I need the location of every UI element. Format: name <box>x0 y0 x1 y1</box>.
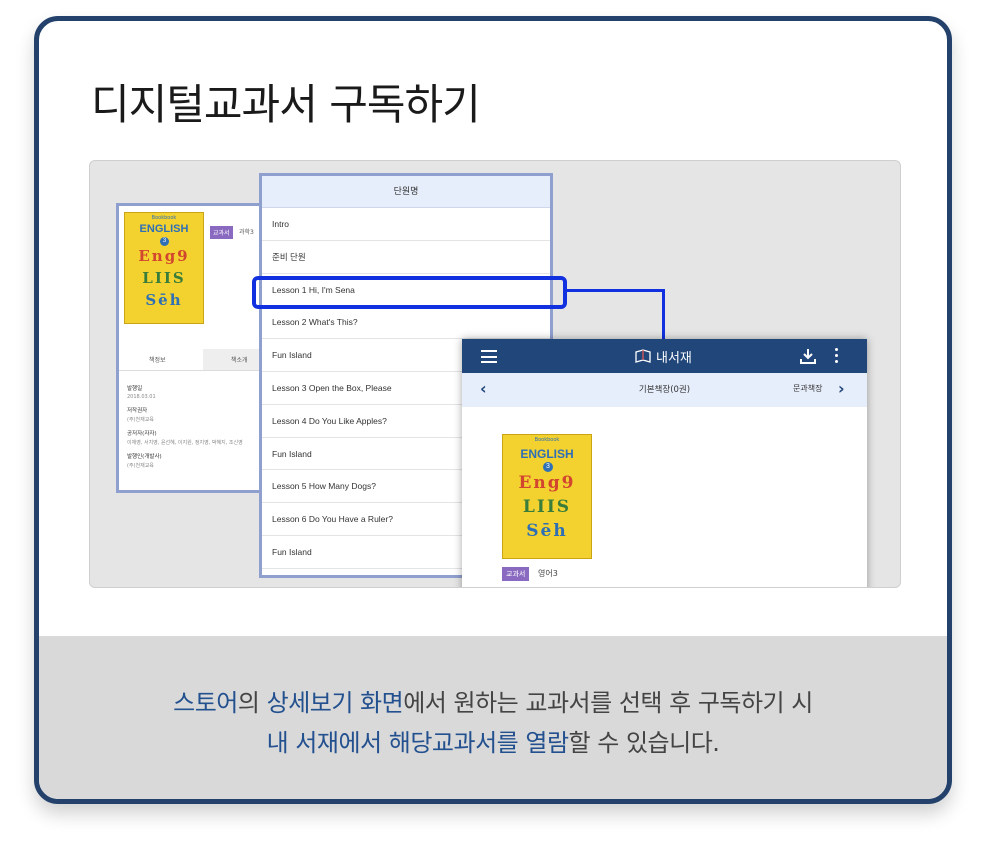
caption-highlight: 스토어 <box>173 689 238 717</box>
app-bar: 내서재 <box>462 339 867 373</box>
unit-item[interactable]: Intro <box>262 208 550 241</box>
info-label: 발행인(개발사) <box>127 454 162 460</box>
book-detail-panel: Bookbook ENGLISH 3 Eng9 LIIS Sēh 교과서 과학3… <box>116 203 266 493</box>
chevron-right-icon[interactable]: › <box>838 379 845 398</box>
unit-item[interactable]: 준비 단원 <box>262 241 550 274</box>
book-cover: Bookbook ENGLISH 3 Eng9 LIIS Sēh <box>124 212 204 324</box>
shelf-nav-bar: ‹ 기본책장(0권) 문과책장 › <box>462 373 867 407</box>
info-value: (주)천재교육 <box>127 417 154 423</box>
cover-art-line: Eng9 <box>518 473 576 493</box>
more-options-icon[interactable] <box>835 348 839 364</box>
info-value: 이재영, 서지영, 윤선혜, 이지원, 정지영, 박혜지, 조신영 <box>127 440 243 446</box>
cover-title: ENGLISH <box>139 223 189 235</box>
textbook-badge: 교과서 <box>502 567 530 581</box>
tab-book-intro[interactable]: 책소개 <box>231 355 248 364</box>
selected-unit-highlight <box>252 276 567 309</box>
cover-art-line: Eng9 <box>138 247 190 265</box>
cover-title: ENGLISH <box>520 447 574 461</box>
page-title: 디지털교과서 구독하기 <box>91 80 481 129</box>
info-label: 저작권자 <box>127 408 148 414</box>
info-value: (주)천재교육 <box>127 463 154 469</box>
textbook-badge: 교과서 <box>210 226 233 239</box>
cover-art-line: LIIS <box>142 269 186 287</box>
my-library-screen: 내서재 ‹ 기본책장(0권) 문과책장 › Bookbook ENGLISH 3… <box>462 339 867 587</box>
connector-line <box>567 289 665 292</box>
caption-area: 스토어의 상세보기 화면에서 원하는 교과서를 선택 후 구독하기 시 내 서재… <box>39 636 947 799</box>
caption-line-2: 내 서재에서 해당교과서를 열람할 수 있습니다. <box>39 723 947 763</box>
book-info-list: 발행일 2018.03.01 저작권자 (주)천재교육 공저자(자자) 이재영,… <box>127 378 267 469</box>
book-name: 영어3 <box>538 569 558 578</box>
cover-grade: 3 <box>160 237 169 246</box>
download-icon[interactable] <box>799 347 817 365</box>
caption-span: 에서 원하는 교과서를 선택 후 구독하기 시 <box>403 689 813 717</box>
caption-line-1: 스토어의 상세보기 화면에서 원하는 교과서를 선택 후 구독하기 시 <box>39 683 947 723</box>
caption-highlight: 내 서재에서 해당교과서를 열람 <box>266 729 569 757</box>
info-card: 디지털교과서 구독하기 Bookbook ENGLISH 3 Eng9 LIIS… <box>34 16 952 804</box>
cover-publisher: Bookbook <box>534 437 560 443</box>
info-label: 발행일 <box>127 386 143 392</box>
tab-book-info[interactable]: 책정보 <box>149 355 166 364</box>
app-title: 내서재 <box>656 351 692 366</box>
bookshelf-icon <box>635 349 651 363</box>
detail-tabs: 책정보 책소개 <box>119 349 266 371</box>
cover-grade: 3 <box>543 462 553 472</box>
cover-art-line: Sēh <box>526 521 568 541</box>
unit-item[interactable]: Lesson 2 What's This? <box>262 306 550 340</box>
info-value: 2018.03.01 <box>127 394 156 400</box>
hamburger-menu-icon[interactable] <box>481 350 497 363</box>
caption-span: 의 <box>237 689 267 717</box>
caption-span: 할 수 있습니다. <box>568 729 720 757</box>
screenshot-illustration: Bookbook ENGLISH 3 Eng9 LIIS Sēh 교과서 과학3… <box>89 160 901 588</box>
cover-publisher: Bookbook <box>151 215 177 221</box>
connector-line <box>662 289 665 339</box>
caption-highlight: 상세보기 화면 <box>266 689 404 717</box>
book-name: 과학3 <box>239 229 254 236</box>
caption-text: 스토어의 상세보기 화면에서 원하는 교과서를 선택 후 구독하기 시 내 서재… <box>39 683 947 763</box>
next-shelf-label[interactable]: 문과책장 <box>793 383 822 394</box>
library-book-cover[interactable]: Bookbook ENGLISH 3 Eng9 LIIS Sēh <box>502 434 592 559</box>
info-label: 공저자(자자) <box>127 431 157 437</box>
cover-art-line: Sēh <box>145 291 183 309</box>
cover-art-line: LIIS <box>522 497 572 517</box>
unit-list-header: 단원명 <box>262 176 550 208</box>
